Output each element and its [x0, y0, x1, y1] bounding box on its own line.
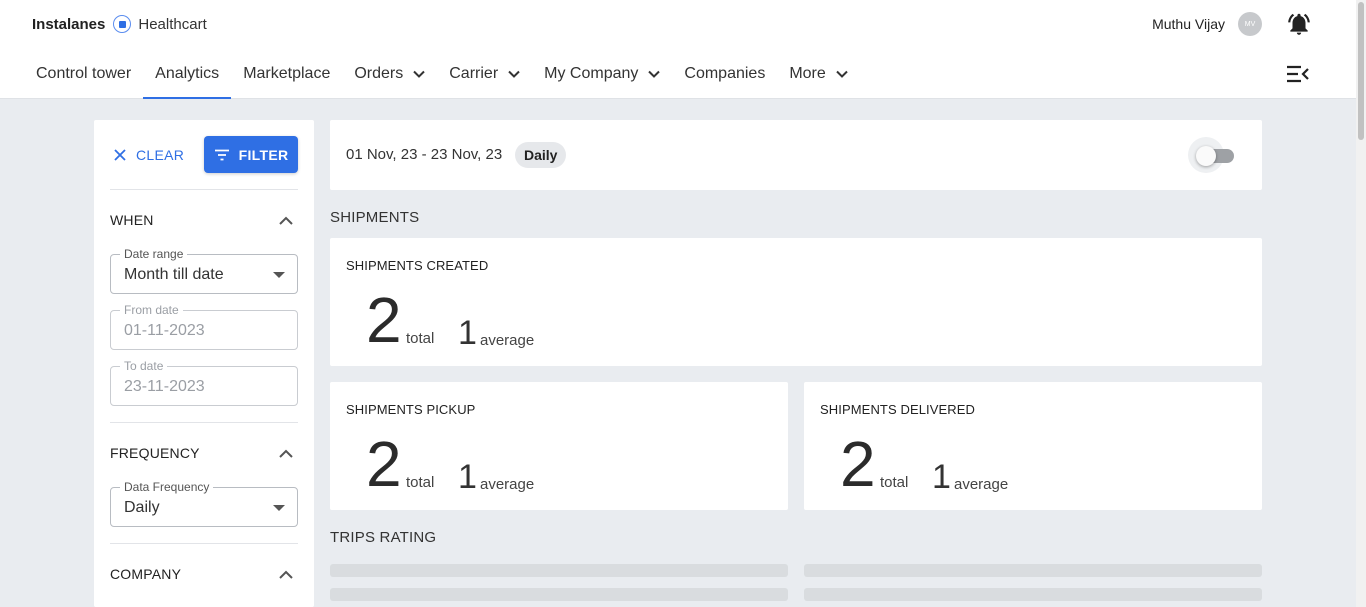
loading-skeleton [330, 588, 788, 601]
trips-rating-section-title: TRIPS RATING [330, 529, 437, 546]
company-section-header[interactable]: COMPANY [110, 562, 298, 586]
loading-skeleton [330, 564, 788, 577]
clear-button[interactable]: CLEAR [110, 136, 188, 173]
divider [110, 422, 298, 423]
nav-marketplace[interactable]: Marketplace [231, 50, 342, 98]
filter-label: FILTER [238, 146, 289, 163]
scrollbar-thumb[interactable] [1358, 2, 1364, 140]
nav-label: Orders [354, 65, 404, 82]
frequency-title: FREQUENCY [110, 445, 200, 461]
data-frequency-value: Daily [124, 499, 160, 516]
user-name[interactable]: Muthu Vijay [1152, 16, 1225, 32]
data-frequency-select[interactable]: Data Frequency Daily [110, 480, 298, 527]
main-nav: Control tower Analytics Marketplace Orde… [24, 50, 860, 99]
selected-date-range: 01 Nov, 23 - 23 Nov, 23 [346, 146, 503, 163]
nav-control-tower[interactable]: Control tower [24, 50, 143, 98]
filter-button[interactable]: FILTER [204, 136, 298, 173]
total-value: 2 [366, 428, 402, 500]
to-date-label: To date [120, 359, 168, 373]
from-date-label: From date [120, 303, 183, 317]
nav-companies[interactable]: Companies [672, 50, 777, 98]
to-date-field[interactable]: To date 23-11-2023 [110, 359, 298, 406]
when-title: WHEN [110, 212, 154, 228]
total-label: total [406, 474, 435, 491]
filter-actions: CLEAR FILTER [110, 136, 298, 190]
clear-label: CLEAR [136, 146, 185, 163]
total-label: total [406, 330, 435, 347]
close-icon [114, 148, 126, 161]
nav-label: Control tower [36, 65, 132, 82]
chevron-down-icon [648, 70, 661, 78]
nav-label: More [789, 65, 826, 82]
filter-icon [214, 149, 230, 161]
from-date-value: 01-11-2023 [124, 322, 205, 339]
brand-logo-icon [113, 15, 132, 33]
date-range-value: Month till date [124, 266, 224, 283]
nav-label: My Company [544, 65, 639, 82]
menu-collapse-icon[interactable] [1286, 62, 1310, 86]
filter-sidebar: CLEAR FILTER WHEN Date range Month till … [94, 120, 314, 607]
divider [110, 543, 298, 544]
average-value: 1 [458, 314, 477, 352]
avatar[interactable]: MV [1238, 12, 1262, 36]
chevron-up-icon[interactable] [274, 441, 298, 465]
data-frequency-label: Data Frequency [120, 480, 214, 494]
toggle-knob [1196, 146, 1216, 166]
chevron-down-icon [413, 70, 425, 78]
dropdown-arrow-icon [273, 272, 285, 278]
when-section-header[interactable]: WHEN [110, 208, 298, 232]
shipments-pickup-card: SHIPMENTS PICKUP 2 total 1 average [330, 382, 788, 510]
chevron-up-icon[interactable] [274, 562, 298, 586]
company-title: COMPANY [110, 566, 182, 582]
shipments-created-card: SHIPMENTS CREATED 2 total 1 average [330, 238, 1262, 366]
frequency-chip: Daily [515, 142, 567, 168]
loading-skeleton [804, 588, 1262, 601]
shipments-section-title: SHIPMENTS [330, 209, 420, 226]
nav-my-company[interactable]: My Company [532, 50, 672, 98]
chevron-up-icon[interactable] [274, 208, 298, 232]
total-value: 2 [840, 428, 876, 500]
shipments-delivered-card: SHIPMENTS DELIVERED 2 total 1 average [804, 382, 1262, 510]
nav-label: Analytics [155, 65, 220, 82]
notification-bell-icon[interactable] [1286, 11, 1312, 37]
nav-label: Marketplace [243, 65, 331, 82]
average-value: 1 [458, 458, 477, 496]
average-label: average [480, 476, 535, 493]
frequency-section-header[interactable]: FREQUENCY [110, 441, 298, 465]
loading-skeleton [804, 564, 1262, 577]
to-date-value: 23-11-2023 [124, 378, 205, 395]
date-summary-card: 01 Nov, 23 - 23 Nov, 23 Daily [330, 120, 1262, 190]
nav-orders[interactable]: Orders [342, 50, 437, 98]
dropdown-arrow-icon [273, 505, 285, 511]
chevron-down-icon [836, 70, 848, 78]
from-date-field[interactable]: From date 01-11-2023 [110, 303, 298, 350]
average-label: average [954, 476, 1009, 493]
nav-label: Companies [684, 65, 766, 82]
date-range-label: Date range [120, 247, 188, 261]
chevron-down-icon [508, 70, 520, 78]
card-title: SHIPMENTS DELIVERED [820, 402, 976, 417]
nav-carrier[interactable]: Carrier [437, 50, 532, 98]
view-toggle-switch[interactable] [1188, 135, 1238, 175]
total-value: 2 [366, 284, 402, 356]
nav-analytics[interactable]: Analytics [143, 50, 232, 99]
user-area: Muthu Vijay MV [1152, 10, 1312, 38]
nav-label: Carrier [449, 65, 499, 82]
page-scrollbar[interactable] [1356, 0, 1366, 607]
average-value: 1 [932, 458, 951, 496]
total-label: total [880, 474, 909, 491]
brand[interactable]: Instalanes Healthcart [32, 14, 207, 34]
top-header: Instalanes Healthcart Muthu Vijay MV Con… [0, 0, 1366, 99]
brand-name: Instalanes [32, 15, 106, 33]
date-range-select[interactable]: Date range Month till date [110, 247, 298, 294]
card-title: SHIPMENTS PICKUP [346, 402, 476, 417]
organization-name: Healthcart [138, 15, 207, 33]
nav-more[interactable]: More [777, 50, 859, 98]
average-label: average [480, 332, 535, 349]
card-title: SHIPMENTS CREATED [346, 258, 489, 273]
